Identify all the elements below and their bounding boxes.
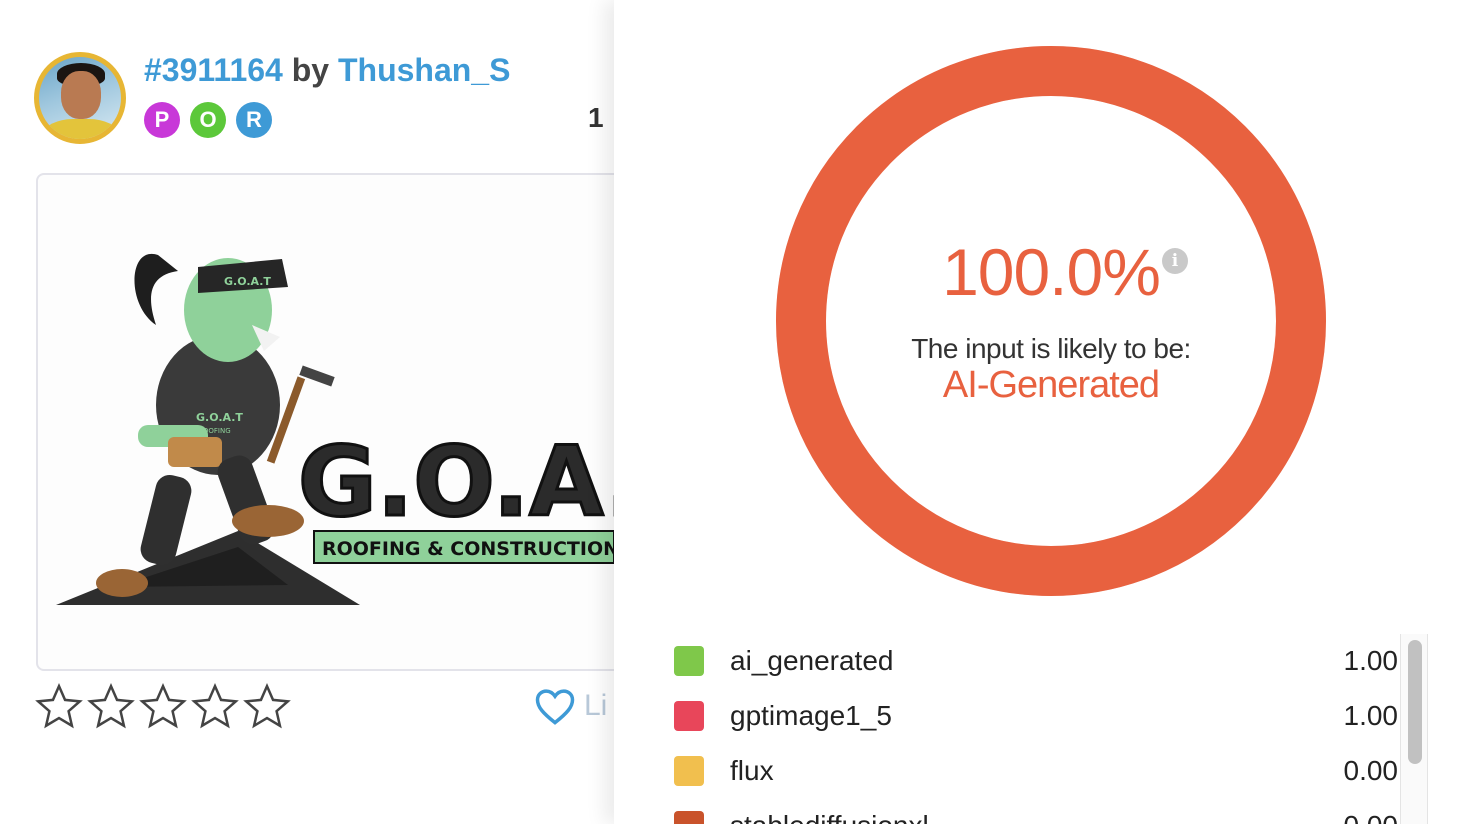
verdict-label: AI-Generated — [942, 364, 1160, 406]
entry-count: 1 — [588, 102, 604, 133]
likely-label: The input is likely to be: — [911, 333, 1191, 364]
badge-list: P O R — [144, 102, 272, 138]
boot — [232, 505, 304, 537]
by-label: by — [291, 52, 330, 88]
star-rating[interactable] — [34, 680, 292, 734]
results-list: ai_generated 1.00 gptimage1_5 1.00 flux … — [614, 634, 1426, 824]
badge-p[interactable]: P — [144, 102, 180, 138]
author-link[interactable]: Thushan_S — [338, 52, 510, 88]
star-icon[interactable] — [86, 680, 136, 734]
info-icon[interactable]: i — [1162, 248, 1188, 274]
cap-text: G.O.A.T — [224, 275, 271, 288]
avatar[interactable] — [34, 52, 126, 144]
result-row: gptimage1_5 1.00 — [674, 696, 1398, 736]
result-value: 1.00 — [1343, 645, 1399, 676]
entry-id-link[interactable]: #3911164 — [144, 52, 283, 88]
page: #3911164 by Thushan_S P O R 1 G.O.A.T G. — [0, 0, 1476, 824]
scrollbar-thumb[interactable] — [1408, 640, 1422, 764]
result-value: 0.00 — [1343, 755, 1399, 786]
result-name: stablediffusionxl — [730, 810, 1344, 824]
result-value: 1.00 — [1343, 700, 1399, 731]
result-name: ai_generated — [730, 645, 894, 676]
logo-subtitle: ROOFING & CONSTRUCTION — [322, 538, 619, 560]
result-row: ai_generated 1.00 — [674, 641, 1398, 681]
boot — [96, 569, 148, 597]
result-row: flux 0.00 — [674, 751, 1398, 791]
result-name: flux — [730, 755, 774, 786]
score-donut — [776, 46, 1326, 596]
badge-o[interactable]: O — [190, 102, 226, 138]
result-swatch — [674, 756, 704, 786]
like-label: Li — [584, 689, 608, 722]
result-value: 0.00 — [1344, 810, 1399, 824]
result-row: stablediffusionxl 0.00 — [674, 806, 1398, 824]
goat-roofing-logo: G.O.A.T G.O.A.T ROOFING G.O.A.T ROOFING … — [56, 253, 646, 605]
logo-title: G.O.A.T — [298, 426, 646, 538]
results-scrollbar[interactable] — [1400, 634, 1428, 824]
entry-title: #3911164 by Thushan_S — [144, 52, 510, 89]
shirt-text: G.O.A.T — [196, 411, 243, 424]
tool-belt — [168, 437, 222, 467]
star-icon[interactable] — [242, 680, 292, 734]
like-button[interactable]: Li — [534, 686, 607, 726]
result-swatch — [674, 811, 704, 824]
goat-horn — [134, 253, 178, 325]
donut-arc — [776, 46, 1326, 596]
star-icon[interactable] — [34, 680, 84, 734]
entry-image[interactable]: G.O.A.T G.O.A.T ROOFING G.O.A.T ROOFING … — [36, 173, 646, 671]
star-icon[interactable] — [190, 680, 240, 734]
badge-r[interactable]: R — [236, 102, 272, 138]
result-swatch — [674, 646, 704, 676]
heart-icon — [535, 689, 575, 725]
result-swatch — [674, 701, 704, 731]
score-percent: 100.0% — [942, 235, 1161, 309]
result-name: gptimage1_5 — [730, 700, 892, 731]
star-icon[interactable] — [138, 680, 188, 734]
entry-card: #3911164 by Thushan_S P O R 1 G.O.A.T G. — [0, 0, 646, 824]
